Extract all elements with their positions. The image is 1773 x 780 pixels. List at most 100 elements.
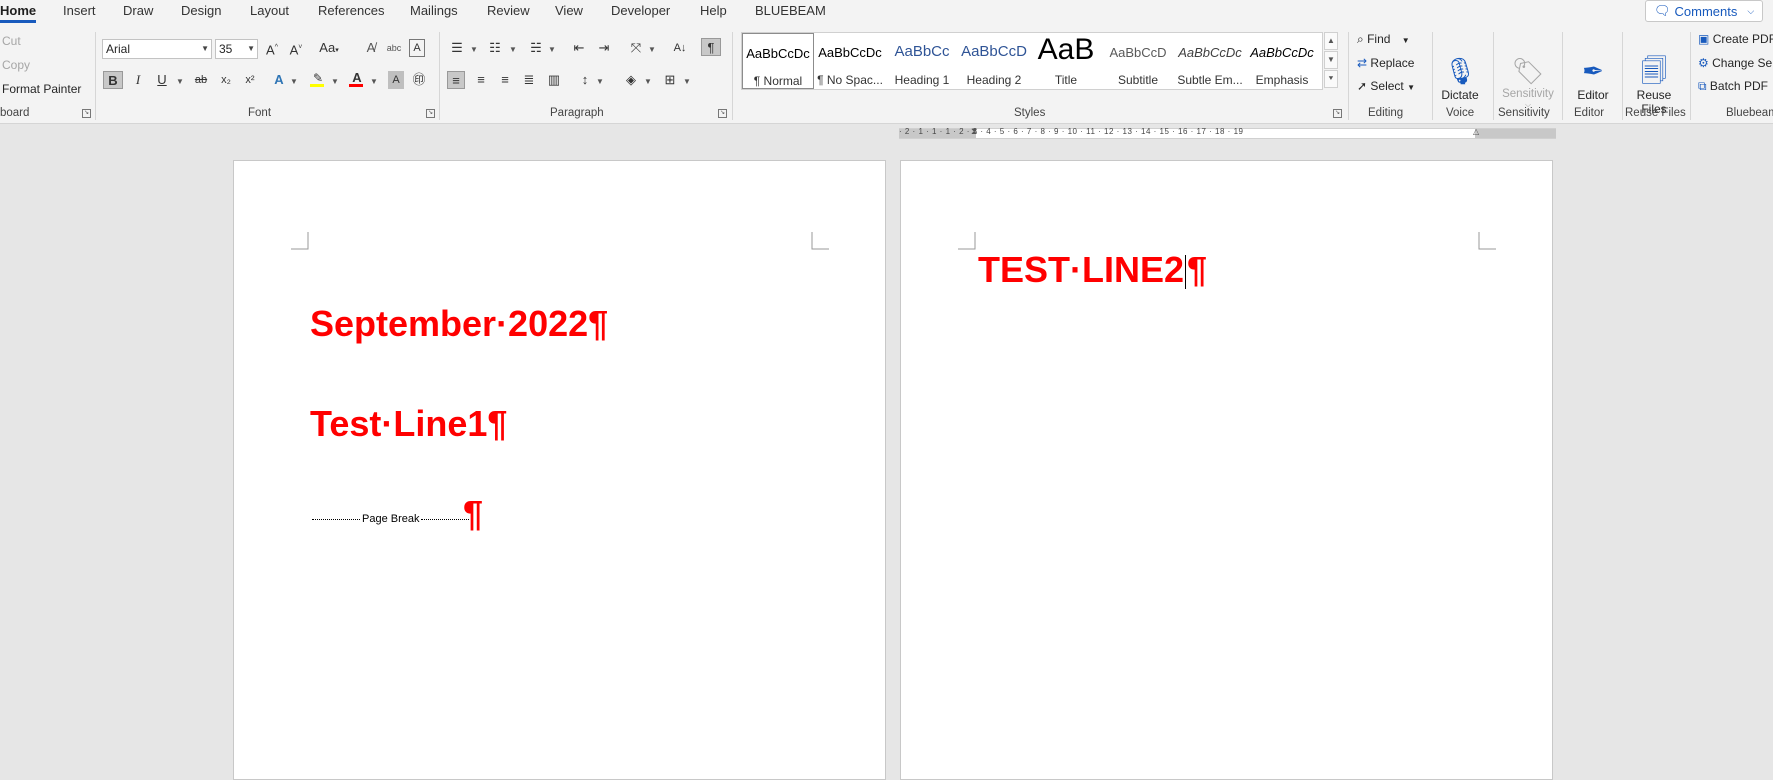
select-button[interactable]: ➚ Select ▼ (1357, 79, 1415, 93)
chevron-down-icon[interactable]: ▼ (596, 77, 604, 86)
sensitivity-tag-icon: 🏷 (1511, 56, 1545, 86)
change-case-icon[interactable]: Aa▾ (318, 39, 340, 57)
copy-button[interactable]: Copy (2, 58, 30, 72)
bold-button[interactable]: B (103, 71, 123, 89)
tab-references[interactable]: References (318, 3, 384, 18)
replace-button[interactable]: ⇄ Replace (1357, 56, 1414, 70)
style-tile[interactable]: AaBbCcDc ¶ Normal (742, 33, 814, 89)
show-formatting-marks-icon[interactable]: ¶ (701, 38, 721, 56)
document-page-2[interactable]: TEST·LINE2¶ (900, 160, 1553, 780)
grow-font-icon[interactable]: A^ (263, 39, 281, 57)
gallery-more-icon[interactable]: ⯆ (1324, 70, 1338, 88)
format-painter-button[interactable]: Format Painter (2, 82, 81, 96)
shrink-font-icon[interactable]: A˅ (287, 39, 305, 57)
chevron-down-icon[interactable]: ▼ (470, 45, 478, 54)
align-left-icon[interactable]: ≡ (447, 71, 465, 89)
chevron-down-icon[interactable]: ▼ (509, 45, 517, 54)
tab-mailings[interactable]: Mailings (410, 3, 458, 18)
batch-pdf-button[interactable]: ⧉ Batch PDF (1698, 79, 1768, 94)
borders-icon[interactable]: ⊞ (661, 71, 679, 89)
asian-layout-icon[interactable]: ⤧ (626, 39, 646, 57)
indent-marker-icon[interactable]: ⧗ (971, 126, 977, 137)
tab-design[interactable]: Design (181, 3, 221, 18)
character-border-icon[interactable]: A (409, 39, 425, 57)
sensitivity-button[interactable]: 🏷 Sensitivity ⌵ (1497, 54, 1559, 110)
justify-icon[interactable]: ≣ (520, 71, 538, 89)
align-right-icon[interactable]: ≡ (496, 71, 514, 89)
tab-draw[interactable]: Draw (123, 3, 153, 18)
style-preview: AaBbCcDc (1250, 45, 1314, 60)
right-indent-marker-icon[interactable]: △ (1473, 127, 1479, 136)
create-pdf-button[interactable]: ▣ Create PDF (1698, 32, 1773, 46)
document-line-test-line2[interactable]: TEST·LINE2¶ (978, 249, 1207, 291)
increase-indent-icon[interactable]: ⇥ (595, 39, 613, 57)
chevron-down-icon[interactable]: ▼ (648, 45, 656, 54)
sensitivity-label: Sensitivity (1502, 88, 1554, 100)
highlighter-icon[interactable]: ✎ (310, 69, 326, 87)
chevron-down-icon[interactable]: ▼ (290, 77, 298, 86)
comments-button[interactable]: 🗨 Comments ⌵ (1645, 0, 1763, 22)
clear-formatting-icon[interactable]: A̸ (362, 39, 380, 57)
tab-layout[interactable]: Layout (250, 3, 289, 18)
style-tile[interactable]: AaBbCcDc Emphasis (1246, 33, 1318, 89)
tab-review[interactable]: Review (487, 3, 530, 18)
page-break-marker[interactable]: Page Break (310, 513, 471, 525)
chevron-down-icon[interactable]: ▼ (370, 77, 378, 86)
document-line-test-line1[interactable]: Test·Line1¶ (310, 403, 507, 445)
subscript-button[interactable]: x₂ (218, 71, 234, 89)
font-launcher-icon[interactable]: ↘ (426, 109, 435, 118)
clipboard-launcher-icon[interactable]: ↘ (82, 109, 91, 118)
multilevel-list-icon[interactable]: ☵ (527, 39, 545, 57)
horizontal-ruler[interactable]: · 2 · 1 · 1 · 1 · 2 · 3 · 4 · 5 · 6 · 7 … (899, 126, 1556, 139)
tab-bluebeam[interactable]: BLUEBEAM (755, 3, 826, 18)
document-line-september[interactable]: September·2022¶ (310, 303, 608, 345)
dictate-button[interactable]: 🎙 Dictate (1440, 54, 1480, 102)
style-tile[interactable]: AaBbCcD Subtitle (1102, 33, 1174, 89)
tab-developer[interactable]: Developer (611, 3, 670, 18)
chevron-down-icon[interactable]: ▼ (548, 45, 556, 54)
style-tile[interactable]: AaBbCcD Heading 2 (958, 33, 1030, 89)
text-effects-abc-icon[interactable]: abc (385, 39, 403, 57)
gallery-scroll-up-icon[interactable]: ▲ (1324, 32, 1338, 50)
decrease-indent-icon[interactable]: ⇤ (570, 39, 588, 57)
font-size-combo[interactable]: 35 ▼ (215, 39, 258, 59)
tab-insert[interactable]: Insert (63, 3, 96, 18)
change-settings-button[interactable]: ⚙ Change Se (1698, 56, 1772, 70)
italic-button[interactable]: I (131, 71, 145, 89)
find-button[interactable]: ⌕ Find ▼ (1357, 32, 1410, 47)
chevron-down-icon[interactable]: ▼ (331, 77, 339, 86)
distributed-icon[interactable]: ▥ (545, 71, 563, 89)
align-center-icon[interactable]: ≡ (472, 71, 490, 89)
style-tile[interactable]: AaBbCcDc Subtle Em... (1174, 33, 1246, 89)
strikethrough-button[interactable]: ab (192, 71, 210, 89)
gallery-scroll-down-icon[interactable]: ▼ (1324, 51, 1338, 69)
style-tile[interactable]: AaB Title (1030, 33, 1102, 89)
editor-button[interactable]: ✒ Editor (1571, 54, 1615, 102)
tab-home[interactable]: Home (0, 3, 36, 18)
font-name-combo[interactable]: Arial ▼ (102, 39, 212, 59)
font-color-icon[interactable]: A (349, 69, 365, 87)
chevron-down-icon[interactable]: ▼ (683, 77, 691, 86)
bullets-icon[interactable]: ☰ (448, 39, 466, 57)
shading-icon[interactable]: ◈ (622, 71, 640, 89)
style-tile[interactable]: AaBbCc Heading 1 (886, 33, 958, 89)
enclose-characters-icon[interactable]: ㊞ (411, 71, 427, 89)
style-tile[interactable]: AaBbCcDc ¶ No Spac... (814, 33, 886, 89)
text-effects-icon[interactable]: A (271, 71, 287, 89)
character-shading-icon[interactable]: A (388, 71, 404, 89)
line-spacing-icon[interactable]: ↕ (576, 71, 594, 89)
styles-launcher-icon[interactable]: ↘ (1333, 109, 1342, 118)
document-page-1[interactable]: September·2022¶ Test·Line1¶ Page Break ¶ (233, 160, 886, 780)
margin-corner-mark (291, 232, 309, 250)
numbering-icon[interactable]: ☷ (486, 39, 504, 57)
tab-view[interactable]: View (555, 3, 583, 18)
sort-icon[interactable]: A↓ (671, 39, 689, 57)
chevron-down-icon[interactable]: ▼ (176, 77, 184, 86)
paragraph-launcher-icon[interactable]: ↘ (718, 109, 727, 118)
cut-button[interactable]: Cut (2, 34, 21, 48)
chevron-down-icon[interactable]: ▼ (644, 77, 652, 86)
font-group-label: Font (248, 107, 272, 119)
tab-help[interactable]: Help (700, 3, 727, 18)
underline-button[interactable]: U (155, 71, 169, 89)
superscript-button[interactable]: x² (242, 71, 258, 89)
